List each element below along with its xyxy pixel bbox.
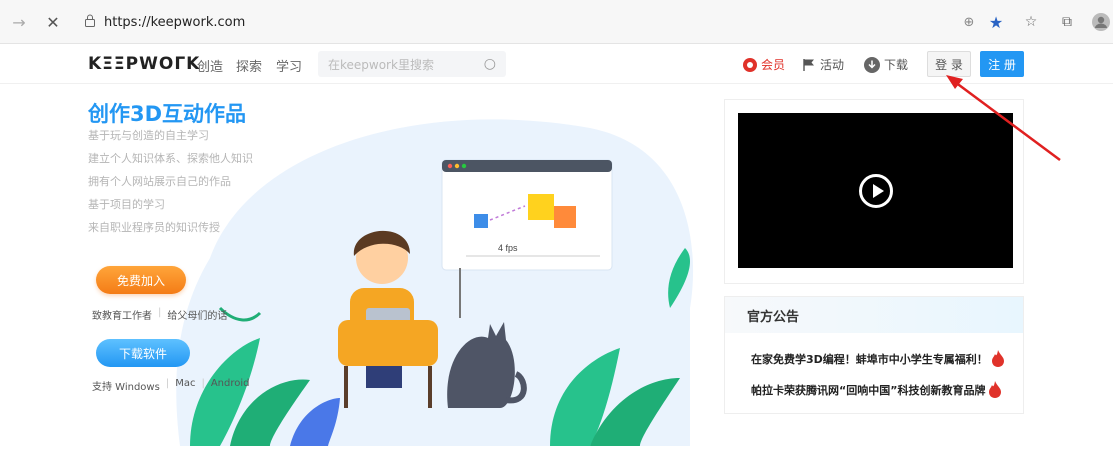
annotation-arrow (946, 75, 1061, 162)
